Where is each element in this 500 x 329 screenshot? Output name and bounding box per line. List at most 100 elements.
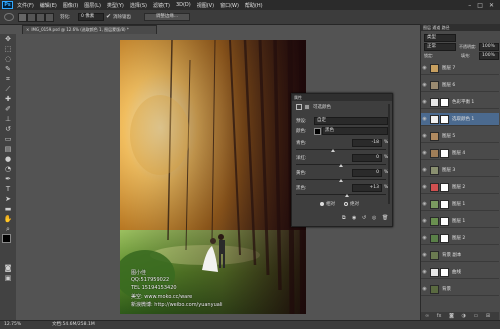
cyan-value[interactable]: -18	[352, 139, 382, 147]
visibility-eye-icon[interactable]: ◉	[421, 133, 428, 139]
properties-title-bar[interactable]: 属性	[292, 94, 392, 101]
menu-type[interactable]: 类型(Y)	[107, 2, 124, 9]
eyedropper-tool-icon[interactable]: ⟋	[2, 85, 14, 94]
add-selection-icon[interactable]	[27, 13, 36, 22]
layer-style-icon[interactable]: fx	[437, 313, 442, 319]
menu-layer[interactable]: 图层(L)	[84, 2, 101, 9]
black-slider-track[interactable]	[296, 194, 386, 195]
move-tool-icon[interactable]: ✥	[2, 35, 14, 44]
layer-row[interactable]: ◉ 选取颜色 1	[421, 113, 499, 126]
black-slider-knob[interactable]	[344, 194, 349, 197]
menu-image[interactable]: 图像(I)	[63, 2, 78, 9]
visibility-icon[interactable]: ◎	[372, 215, 376, 221]
hand-tool-icon[interactable]: ✋	[2, 215, 14, 224]
intersect-selection-icon[interactable]	[45, 13, 54, 22]
black-value[interactable]: +13	[352, 184, 382, 192]
adjustment-layer-icon[interactable]: ◑	[462, 313, 466, 319]
history-brush-tool-icon[interactable]: ↺	[2, 125, 14, 134]
tab-channels[interactable]: 通道	[432, 25, 440, 30]
subtract-selection-icon[interactable]	[36, 13, 45, 22]
maximize-icon[interactable]: □	[477, 2, 483, 9]
layer-mask-thumbnail[interactable]	[440, 199, 449, 209]
yellow-slider-knob[interactable]	[339, 179, 343, 182]
layer-row[interactable]: ◉ 图层 5	[421, 130, 499, 143]
new-layer-icon[interactable]: ⊞	[486, 313, 490, 319]
layer-row[interactable]: ◉ 背景	[421, 283, 499, 296]
properties-scrollbar[interactable]	[388, 104, 390, 204]
path-selection-tool-icon[interactable]: ➤	[2, 195, 14, 204]
blur-tool-icon[interactable]: ●	[2, 155, 14, 164]
layer-row[interactable]: ◉ 图层 3	[421, 164, 499, 177]
foreground-color-swatch[interactable]	[2, 234, 11, 243]
reset-icon[interactable]: ↺	[362, 215, 366, 221]
visibility-eye-icon[interactable]: ◉	[421, 65, 428, 71]
cyan-slider-knob[interactable]	[330, 149, 335, 152]
visibility-eye-icon[interactable]: ◉	[421, 116, 428, 122]
menu-file[interactable]: 文件(F)	[17, 2, 34, 9]
layer-row[interactable]: ◉ 图层 2	[421, 181, 499, 194]
close-icon[interactable]: ✕	[489, 2, 494, 9]
document-photo[interactable]	[120, 40, 306, 314]
visibility-eye-icon[interactable]: ◉	[421, 201, 428, 207]
relative-radio[interactable]	[320, 202, 324, 206]
visibility-eye-icon[interactable]: ◉	[421, 82, 428, 88]
lasso-tool-preset-icon[interactable]	[4, 13, 14, 21]
view-previous-icon[interactable]: ◉	[352, 215, 356, 221]
layer-mask-thumbnail[interactable]	[440, 114, 449, 124]
visibility-eye-icon[interactable]: ◉	[421, 150, 428, 156]
layer-row[interactable]: ◉ 色彩平衡 1	[421, 96, 499, 109]
layer-row[interactable]: ◉ 图层 2	[421, 232, 499, 245]
visibility-eye-icon[interactable]: ◉	[421, 99, 428, 105]
tab-paths[interactable]: 路径	[442, 25, 450, 30]
opacity-input[interactable]: 100%	[479, 43, 499, 51]
colors-select[interactable]: 黑色	[322, 127, 388, 135]
type-tool-icon[interactable]: T	[2, 185, 14, 194]
menu-select[interactable]: 选择(S)	[130, 2, 147, 9]
layer-mask-thumbnail[interactable]	[440, 233, 449, 243]
cyan-slider-track[interactable]	[296, 149, 386, 150]
magenta-slider-knob[interactable]	[339, 164, 343, 167]
brush-tool-icon[interactable]: ✐	[2, 105, 14, 114]
menu-3d[interactable]: 3D(D)	[176, 2, 191, 8]
menu-help[interactable]: 帮助(H)	[245, 2, 263, 9]
link-layers-icon[interactable]: ∞	[425, 313, 429, 319]
quick-selection-tool-icon[interactable]: ✎	[2, 65, 14, 74]
menu-edit[interactable]: 编辑(E)	[40, 2, 57, 9]
quick-mask-icon[interactable]: ◙	[2, 264, 14, 273]
blend-mode-select[interactable]: 正常	[424, 43, 456, 51]
layer-row[interactable]: ◉ 图层 6	[421, 79, 499, 92]
layer-mask-thumbnail[interactable]	[440, 182, 449, 192]
screen-mode-icon[interactable]: ▣	[2, 274, 14, 283]
fill-input[interactable]: 100%	[479, 52, 499, 60]
layer-row[interactable]: ◉ 图层 1	[421, 215, 499, 228]
clip-to-layer-icon[interactable]: ⧉	[342, 215, 346, 221]
refine-edge-button[interactable]: 调整边缘...	[144, 13, 190, 21]
menu-window[interactable]: 窗口(W)	[220, 2, 239, 9]
antialias-checkbox-icon[interactable]: ✔	[106, 13, 111, 20]
minimize-icon[interactable]: –	[468, 2, 471, 9]
healing-brush-tool-icon[interactable]: ✚	[2, 95, 14, 104]
layer-mask-thumbnail[interactable]	[440, 267, 449, 277]
dodge-tool-icon[interactable]: ◔	[2, 165, 14, 174]
tab-layers[interactable]: 图层	[423, 25, 431, 30]
gradient-tool-icon[interactable]: ▤	[2, 145, 14, 154]
zoom-tool-icon[interactable]: ⌕	[2, 225, 14, 234]
layer-row[interactable]: ◉ 曲线	[421, 266, 499, 279]
menu-view[interactable]: 视图(V)	[197, 2, 214, 9]
add-mask-icon[interactable]: ◙	[449, 313, 454, 319]
shape-tool-icon[interactable]: ▬	[2, 205, 14, 214]
layer-row[interactable]: ◉ 图层 4	[421, 147, 499, 160]
layer-mask-icon[interactable]	[304, 104, 310, 110]
visibility-eye-icon[interactable]: ◉	[421, 218, 428, 224]
lasso-tool-icon[interactable]: ◌	[2, 55, 14, 64]
feather-input[interactable]: 0 像素	[78, 13, 104, 21]
visibility-eye-icon[interactable]: ◉	[421, 184, 428, 190]
visibility-eye-icon[interactable]: ◉	[421, 269, 428, 275]
visibility-eye-icon[interactable]: ◉	[421, 235, 428, 241]
yellow-value[interactable]: 0	[352, 169, 382, 177]
new-group-icon[interactable]: ▭	[474, 313, 479, 319]
pen-tool-icon[interactable]: ✒	[2, 175, 14, 184]
delete-adjustment-icon[interactable]: 🗑	[382, 215, 388, 221]
menu-filter[interactable]: 滤镜(T)	[153, 2, 170, 9]
crop-tool-icon[interactable]: ⌗	[2, 75, 14, 84]
